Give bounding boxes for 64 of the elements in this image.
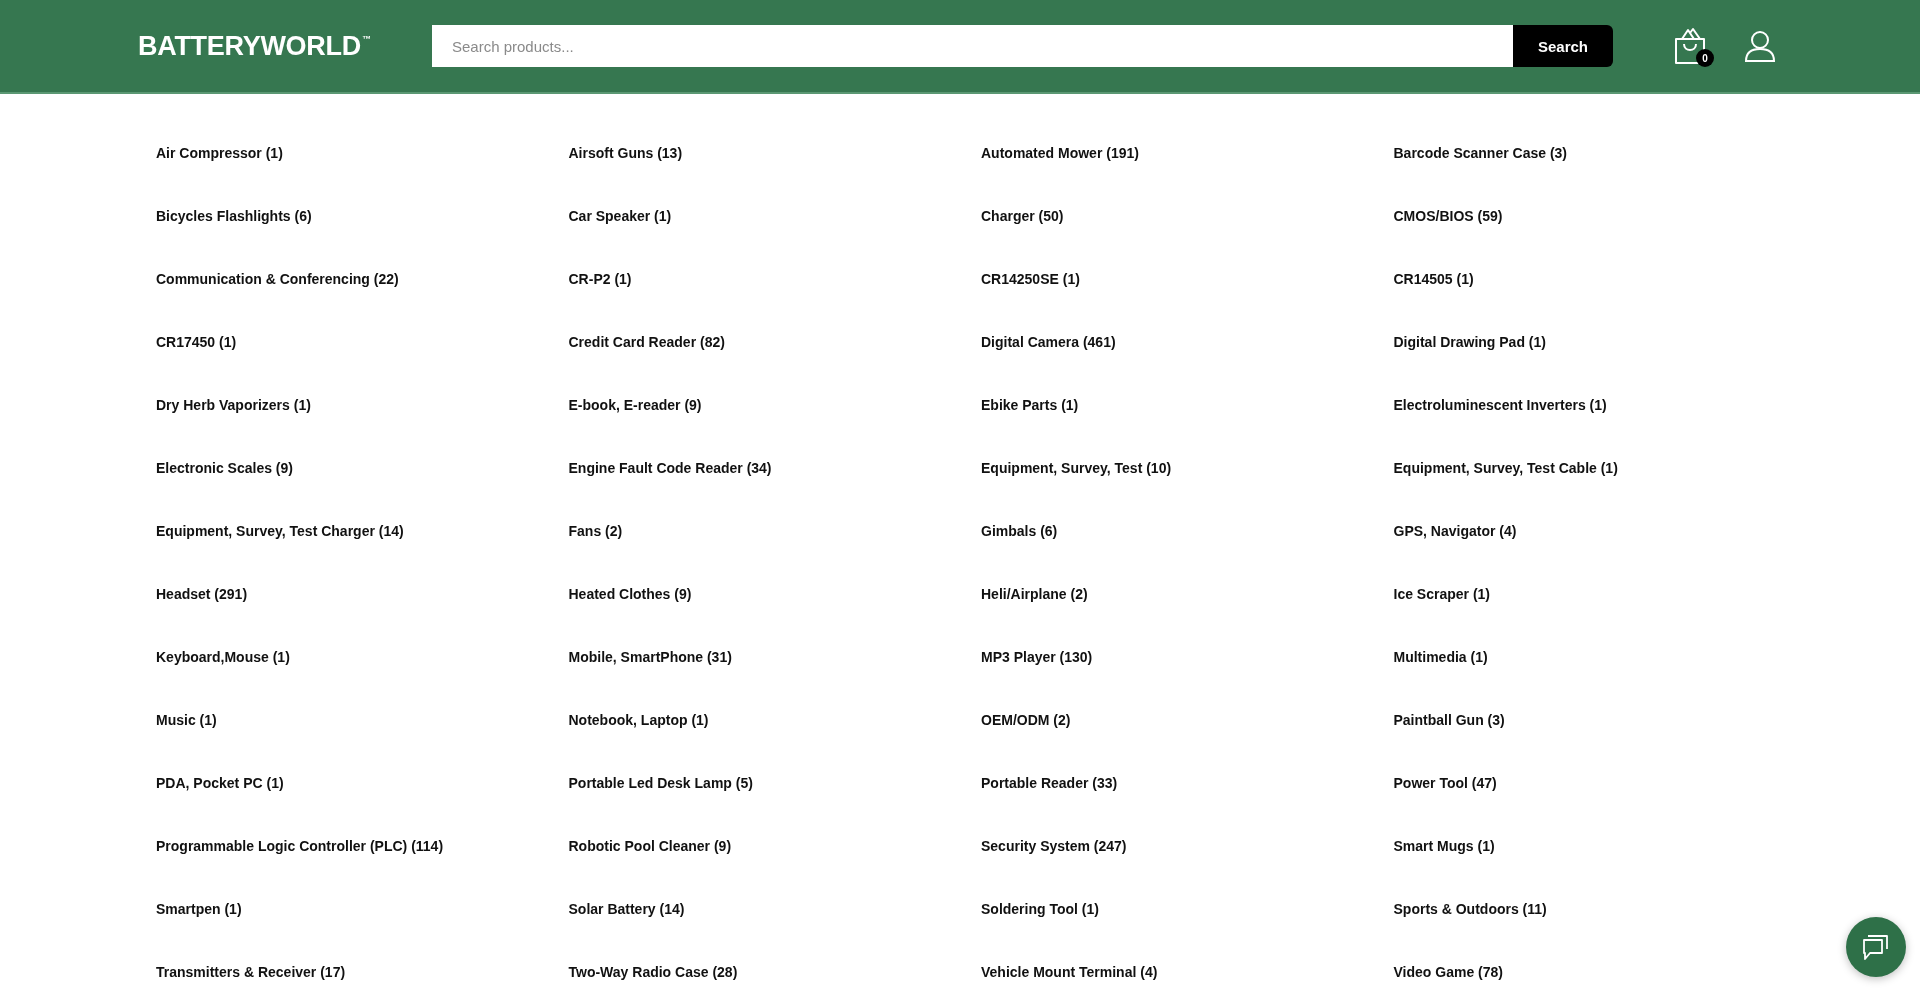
category-link[interactable]: Credit Card Reader (82) xyxy=(568,332,725,352)
category-link[interactable]: MP3 Player (130) xyxy=(981,647,1093,667)
category-link[interactable]: Transmitters & Receiver (17) xyxy=(156,962,346,982)
category-link[interactable]: CR-P2 (1) xyxy=(568,269,632,289)
site-logo[interactable]: BATTERYWORLD$^{™}$ xyxy=(138,32,371,60)
category-link[interactable]: Multimedia (1) xyxy=(1393,647,1488,667)
category-link[interactable]: Air Compressor (1) xyxy=(156,143,283,163)
category-link[interactable]: Dry Herb Vaporizers (1) xyxy=(156,395,311,415)
category-link[interactable]: E-book, E-reader (9) xyxy=(568,395,702,415)
category-link[interactable]: Smartpen (1) xyxy=(156,899,242,919)
category-link[interactable]: Smart Mugs (1) xyxy=(1393,836,1495,856)
category-link[interactable]: Vehicle Mount Terminal (4) xyxy=(981,962,1158,982)
category-link[interactable]: Solar Battery (14) xyxy=(568,899,685,919)
category-link[interactable]: Equipment, Survey, Test Cable (1) xyxy=(1393,458,1618,478)
category-link[interactable]: Music (1) xyxy=(156,710,217,730)
category-link[interactable]: Paintball Gun (3) xyxy=(1393,710,1505,730)
category-link[interactable]: Car Speaker (1) xyxy=(568,206,672,226)
category-link[interactable]: Programmable Logic Controller (PLC) (114) xyxy=(156,836,444,856)
category-link[interactable]: CR14250SE (1) xyxy=(981,269,1080,289)
search-field[interactable]: Search products... xyxy=(432,25,1513,67)
category-link[interactable]: Ebike Parts (1) xyxy=(981,395,1079,415)
category-link[interactable]: Headset (291) xyxy=(156,584,248,604)
category-link[interactable]: Heated Clothes (9) xyxy=(568,584,692,604)
category-link[interactable]: Bicycles Flashlights (6) xyxy=(156,206,312,226)
category-link[interactable]: Communication & Conferencing (22) xyxy=(156,269,399,289)
category-link[interactable]: Electronic Scales (9) xyxy=(156,458,293,478)
category-link[interactable]: Equipment, Survey, Test (10) xyxy=(981,458,1172,478)
category-link[interactable]: Robotic Pool Cleaner (9) xyxy=(568,836,732,856)
category-link[interactable]: Electroluminescent Inverters (1) xyxy=(1393,395,1607,415)
category-link[interactable]: Two-Way Radio Case (28) xyxy=(568,962,738,982)
category-link[interactable]: Engine Fault Code Reader (34) xyxy=(568,458,772,478)
category-link[interactable]: Digital Drawing Pad (1) xyxy=(1393,332,1546,352)
category-link[interactable]: CMOS/BIOS (59) xyxy=(1393,206,1503,226)
category-link[interactable]: Equipment, Survey, Test Charger (14) xyxy=(156,521,404,541)
category-link[interactable]: Notebook, Laptop (1) xyxy=(568,710,709,730)
chat-bubbles-icon xyxy=(1862,933,1890,961)
category-link[interactable]: Power Tool (47) xyxy=(1393,773,1497,793)
category-link[interactable]: Keyboard,Mouse (1) xyxy=(156,647,290,667)
category-link[interactable]: Video Game (78) xyxy=(1393,962,1503,982)
category-link[interactable]: Mobile, SmartPhone (31) xyxy=(568,647,732,667)
category-link[interactable]: Portable Led Desk Lamp (5) xyxy=(568,773,753,793)
cart-count-badge: 0 xyxy=(1696,49,1714,67)
search-button[interactable]: Search xyxy=(1513,25,1613,67)
category-link[interactable]: Charger (50) xyxy=(981,206,1064,226)
shopping-bag-icon[interactable] xyxy=(1673,27,1707,65)
category-link[interactable]: Soldering Tool (1) xyxy=(981,899,1099,919)
category-link[interactable]: OEM/ODM (2) xyxy=(981,710,1071,730)
category-link[interactable]: Heli/Airplane (2) xyxy=(981,584,1088,604)
category-link[interactable]: Automated Mower (191) xyxy=(981,143,1139,163)
category-link[interactable]: Security System (247) xyxy=(981,836,1127,856)
category-link[interactable]: GPS, Navigator (4) xyxy=(1393,521,1517,541)
category-link[interactable]: Ice Scraper (1) xyxy=(1393,584,1490,604)
category-link[interactable]: PDA, Pocket PC (1) xyxy=(156,773,284,793)
category-link[interactable]: Gimbals (6) xyxy=(981,521,1058,541)
user-icon[interactable] xyxy=(1744,30,1776,62)
chat-button[interactable] xyxy=(1846,917,1906,977)
category-link[interactable]: CR14505 (1) xyxy=(1393,269,1474,289)
category-link[interactable]: Barcode Scanner Case (3) xyxy=(1393,143,1568,163)
category-link[interactable]: Portable Reader (33) xyxy=(981,773,1118,793)
category-link[interactable]: Fans (2) xyxy=(568,521,623,541)
category-link[interactable]: Sports & Outdoors (11) xyxy=(1393,899,1547,919)
category-link[interactable]: Airsoft Guns (13) xyxy=(568,143,683,163)
category-link[interactable]: Digital Camera (461) xyxy=(981,332,1116,352)
category-link[interactable]: CR17450 (1) xyxy=(156,332,237,352)
